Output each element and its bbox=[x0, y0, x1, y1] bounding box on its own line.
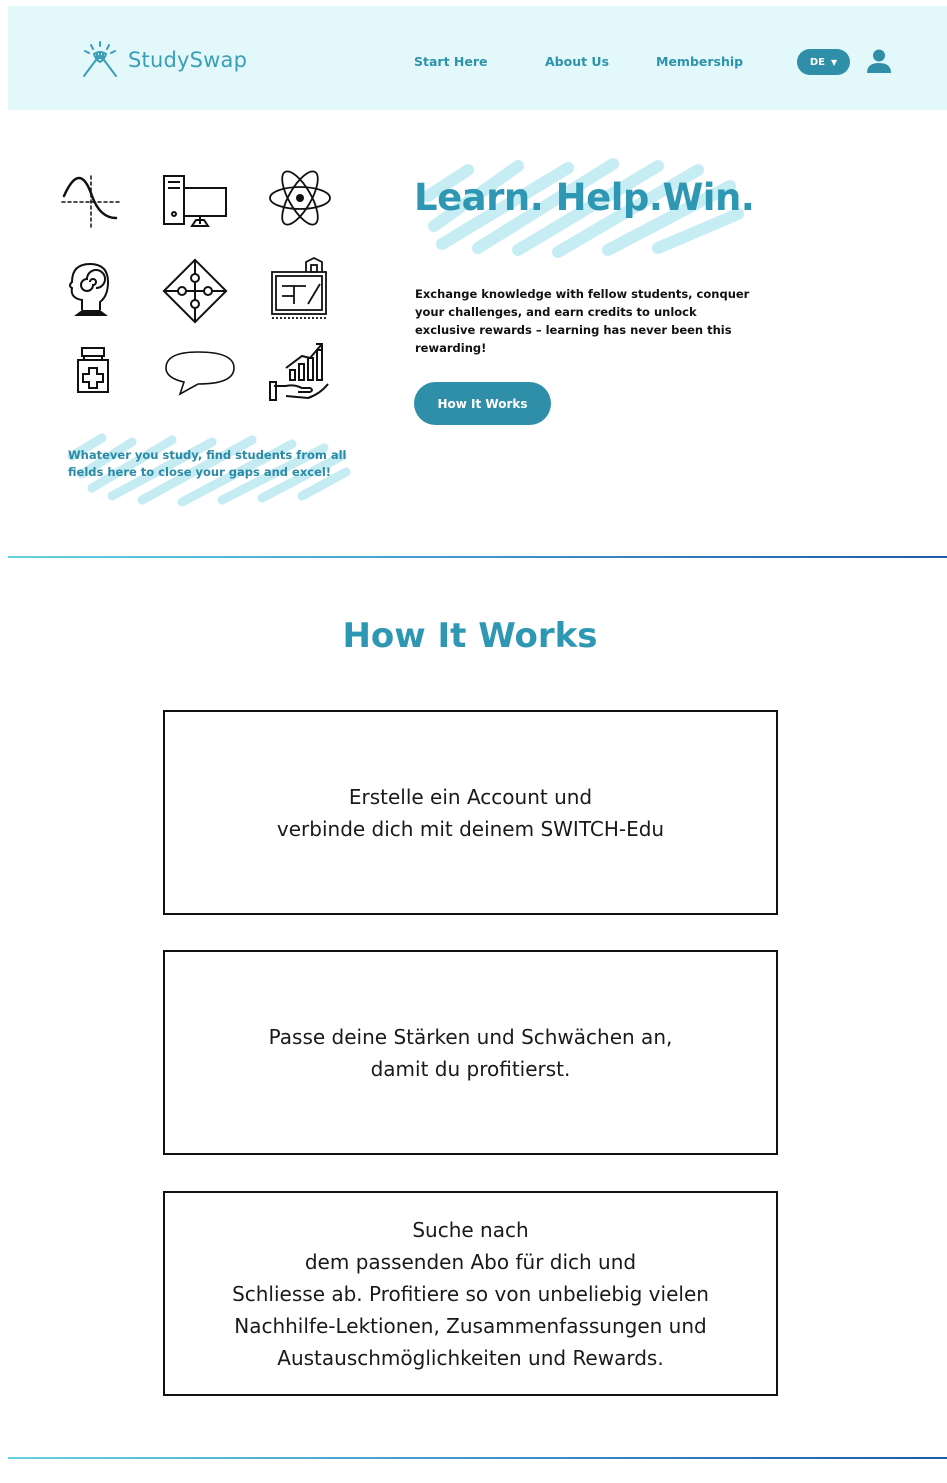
step-1-line: verbinde dich mit deinem SWITCH-Edu bbox=[276, 816, 665, 841]
site-header: StudySwap Start Here About Us Membership… bbox=[8, 6, 947, 110]
step-1-text: Erstelle ein Account und verbinde dich m… bbox=[277, 781, 664, 845]
logo[interactable]: StudySwap bbox=[80, 40, 247, 80]
step-3-line: Suche nach bbox=[412, 1217, 529, 1242]
medicine-bottle-icon bbox=[60, 344, 130, 414]
step-3-line: Schliesse ab. Profitiere so von unbelieb… bbox=[232, 1281, 709, 1306]
step-3-line: Austauschmöglichkeiten und Rewards. bbox=[277, 1345, 664, 1370]
brand-name: StudySwap bbox=[128, 48, 248, 72]
step-1-line: Erstelle ein Account und bbox=[348, 784, 593, 809]
step-card-1: Erstelle ein Account und verbinde dich m… bbox=[163, 710, 778, 915]
tagline-block: Whatever you study, find students from a… bbox=[62, 426, 352, 508]
section-divider bbox=[8, 1457, 947, 1459]
step-card-2: Passe deine Stärken und Schwächen an, da… bbox=[163, 950, 778, 1155]
step-2-line: damit du profitierst. bbox=[370, 1056, 571, 1081]
hero-intro-text: Exchange knowledge with fellow students,… bbox=[415, 287, 750, 355]
headline-block: Learn. Help.Win. bbox=[408, 156, 755, 261]
step-3-line: Nachhilfe-Lektionen, Zusammenfassungen u… bbox=[234, 1313, 707, 1338]
how-it-works-title: How It Works bbox=[342, 616, 598, 656]
step-2-line: Passe deine Stärken und Schwächen an, bbox=[268, 1024, 673, 1049]
language-label: DE bbox=[809, 56, 825, 68]
hero-headline: Learn. Help.Win. bbox=[414, 176, 755, 219]
page: StudySwap Start Here About Us Membership… bbox=[8, 6, 947, 1483]
computer-icon bbox=[160, 168, 230, 238]
nav-membership[interactable]: Membership bbox=[656, 54, 743, 69]
step-3-line: dem passenden Abo für dich und bbox=[304, 1249, 637, 1274]
chevron-down-icon: ▼ bbox=[830, 57, 838, 67]
user-icon[interactable] bbox=[866, 48, 892, 74]
blueprint-icon bbox=[266, 256, 336, 326]
handshake-logo-icon bbox=[83, 41, 117, 77]
head-spiral-icon bbox=[60, 256, 130, 326]
growth-hand-icon bbox=[268, 338, 338, 408]
speech-bubble-icon bbox=[158, 344, 238, 414]
step-card-3: Suche nach dem passenden Abo für dich un… bbox=[163, 1191, 778, 1396]
language-selector[interactable]: DE ▼ bbox=[797, 49, 850, 75]
puzzle-icon bbox=[160, 256, 230, 326]
tagline-text: Whatever you study, find students from a… bbox=[68, 448, 347, 479]
step-2-text: Passe deine Stärken und Schwächen an, da… bbox=[269, 1021, 673, 1085]
how-it-works-button[interactable]: How It Works bbox=[414, 382, 551, 425]
step-3-text: Suche nach dem passenden Abo für dich un… bbox=[232, 1214, 709, 1374]
nav-about-us[interactable]: About Us bbox=[545, 54, 609, 69]
section-divider bbox=[8, 556, 947, 558]
graph-curve-icon bbox=[56, 166, 126, 236]
nav-start-here[interactable]: Start Here bbox=[414, 54, 488, 69]
atom-icon bbox=[266, 164, 336, 234]
